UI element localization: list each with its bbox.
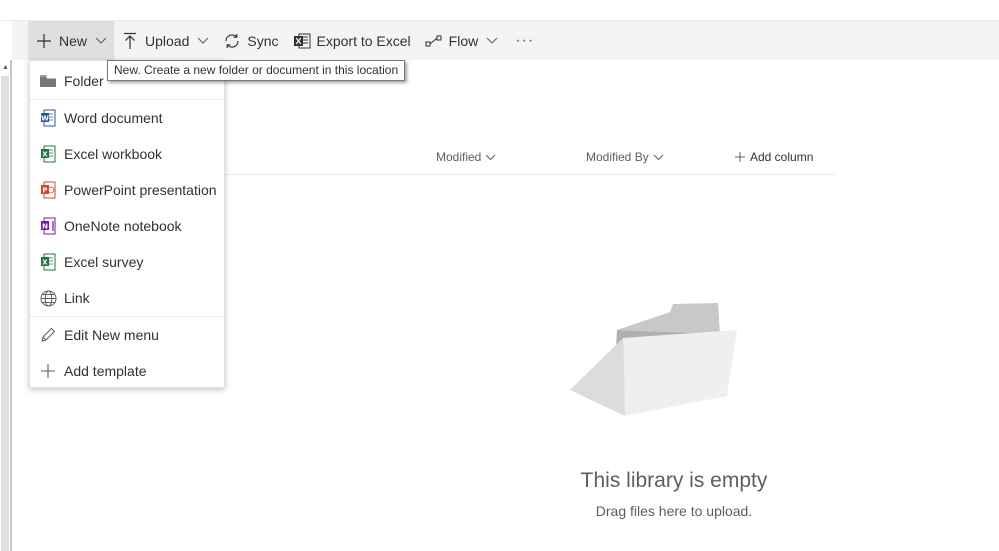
chevron-down-icon — [653, 154, 664, 161]
empty-state-title: This library is empty — [580, 469, 768, 492]
plus-icon — [35, 32, 53, 50]
svg-text:P: P — [42, 187, 47, 195]
export-button-label: Export to Excel — [316, 32, 411, 49]
ellipsis-icon: ··· — [515, 31, 535, 49]
chevron-down-icon — [95, 35, 107, 47]
plus-icon — [39, 362, 57, 380]
svg-text:X: X — [42, 259, 48, 267]
chevron-down-icon — [485, 154, 496, 161]
column-headers: Modified Modified By Add column — [225, 140, 835, 175]
chevron-down-icon — [197, 35, 209, 47]
menu-item-onenote-notebook[interactable]: N OneNote notebook — [30, 208, 224, 244]
onenote-icon: N — [39, 217, 57, 235]
menu-item-edit-new-menu[interactable]: Edit New menu — [30, 317, 224, 353]
menu-item-label: Link — [64, 290, 90, 306]
svg-text:N: N — [42, 223, 48, 231]
column-header-modified[interactable]: Modified — [436, 150, 496, 164]
new-button-tooltip: New. Create a new folder or document in … — [107, 60, 406, 81]
flow-icon — [425, 32, 443, 50]
menu-item-label: Word document — [64, 110, 163, 126]
menu-item-label: Folder — [64, 73, 104, 89]
menu-item-excel-survey[interactable]: X Excel survey — [30, 244, 224, 280]
command-bar: New Upload Sync Export to Excel Flow ··· — [12, 21, 999, 60]
globe-icon — [39, 289, 57, 307]
left-scrollbar[interactable]: ▲ — [0, 60, 12, 551]
empty-state-subtitle: Drag files here to upload. — [595, 503, 753, 519]
export-to-excel-button[interactable]: Export to Excel — [286, 21, 418, 60]
upload-button[interactable]: Upload — [114, 21, 216, 60]
column-header-modified-by[interactable]: Modified By — [586, 150, 664, 164]
scroll-up-arrow-icon[interactable]: ▲ — [2, 64, 9, 71]
excel-icon: X — [39, 253, 57, 271]
plus-icon — [735, 152, 745, 162]
upload-icon — [121, 32, 139, 50]
new-button-label: New — [59, 32, 88, 49]
sync-button-label: Sync — [247, 32, 279, 49]
new-menu-dropdown: Folder W Word document X Excel workbook … — [29, 60, 225, 388]
menu-item-label: PowerPoint presentation — [64, 182, 217, 198]
add-column-button[interactable]: Add column — [735, 150, 813, 164]
folder-icon — [39, 72, 57, 90]
menu-item-add-template[interactable]: Add template — [30, 353, 224, 389]
menu-item-label: OneNote notebook — [64, 218, 182, 234]
upload-button-label: Upload — [145, 32, 190, 49]
column-header-label: Modified — [436, 150, 482, 164]
scroll-track[interactable] — [1, 76, 9, 551]
add-column-label: Add column — [750, 150, 814, 164]
menu-item-label: Add template — [64, 363, 147, 379]
menu-item-excel-workbook[interactable]: X Excel workbook — [30, 136, 224, 172]
menu-item-label: Excel workbook — [64, 146, 163, 162]
menu-item-label: Excel survey — [64, 254, 144, 270]
flow-button-label: Flow — [448, 32, 479, 49]
menu-item-word-document[interactable]: W Word document — [30, 100, 224, 136]
sync-icon — [223, 32, 241, 50]
menu-item-link[interactable]: Link — [30, 280, 224, 316]
word-icon: W — [39, 109, 57, 127]
svg-text:X: X — [42, 151, 48, 159]
menu-item-powerpoint-presentation[interactable]: P PowerPoint presentation — [30, 172, 224, 208]
flow-button[interactable]: Flow — [418, 21, 506, 60]
chevron-down-icon — [486, 35, 498, 47]
more-options-button[interactable]: ··· — [505, 21, 544, 60]
menu-item-label: Edit New menu — [64, 327, 159, 343]
powerpoint-icon: P — [39, 181, 57, 199]
svg-text:W: W — [41, 115, 49, 123]
excel-export-icon — [293, 32, 311, 50]
new-button[interactable]: New — [28, 21, 115, 60]
sync-button[interactable]: Sync — [216, 21, 285, 60]
excel-icon: X — [39, 145, 57, 163]
pencil-icon — [39, 326, 57, 344]
empty-folder-illustration — [565, 298, 745, 423]
top-strip — [0, 0, 999, 21]
column-header-label: Modified By — [586, 150, 649, 164]
